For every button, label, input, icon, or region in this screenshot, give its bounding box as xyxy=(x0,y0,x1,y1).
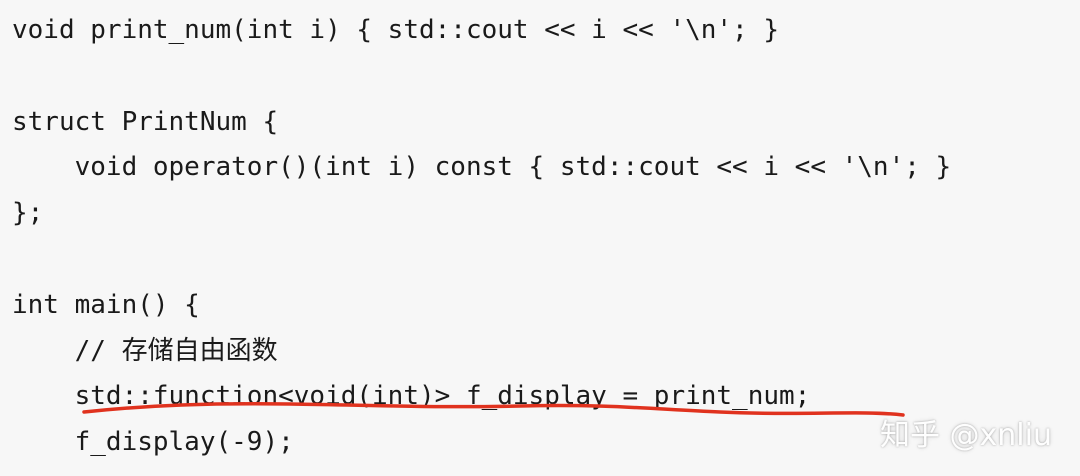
code-line-8: // 存储自由函数 xyxy=(12,335,278,366)
code-block: void print_num(int i) { std::cout << i <… xyxy=(12,8,1072,466)
code-line-5: }; xyxy=(12,198,44,229)
code-line-4: void operator()(int i) const { std::cout… xyxy=(12,152,952,183)
code-line-1: void print_num(int i) { std::cout << i <… xyxy=(12,15,780,45)
code-line-3: struct PrintNum { xyxy=(12,106,279,137)
code-line-7: int main() { xyxy=(12,289,200,320)
watermark-zhihu: 知乎 @xnliu xyxy=(880,418,1052,453)
